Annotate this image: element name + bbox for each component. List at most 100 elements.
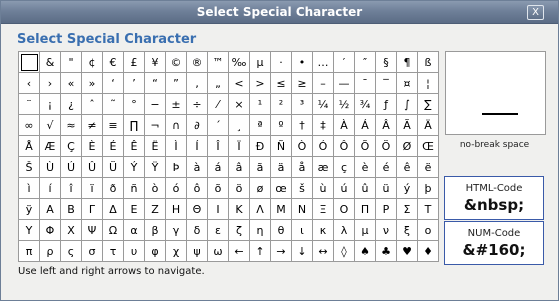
character-cell[interactable]: Β	[60, 198, 82, 220]
character-cell[interactable]: è	[354, 156, 376, 178]
character-cell[interactable]: ù	[312, 177, 334, 199]
character-cell[interactable]: ¦	[417, 72, 439, 94]
character-cell[interactable]: Í	[186, 135, 208, 157]
character-cell[interactable]: ↓	[291, 240, 313, 262]
character-cell[interactable]: γ	[165, 219, 187, 241]
character-cell[interactable]: √	[39, 114, 61, 136]
character-cell[interactable]: “	[144, 72, 166, 94]
character-cell[interactable]: ≥	[291, 72, 313, 94]
character-cell[interactable]: ç	[333, 156, 355, 178]
character-cell[interactable]: Â	[375, 114, 397, 136]
character-cell[interactable]: £	[123, 51, 145, 73]
character-cell[interactable]	[18, 51, 40, 73]
character-cell[interactable]: ⁄	[207, 93, 229, 115]
character-cell[interactable]: ü	[375, 177, 397, 199]
character-cell[interactable]: ß	[417, 51, 439, 73]
character-cell[interactable]: ρ	[39, 240, 61, 262]
character-cell[interactable]: Œ	[417, 135, 439, 157]
character-cell[interactable]: Γ	[81, 198, 103, 220]
character-cell[interactable]: ©	[165, 51, 187, 73]
character-cell[interactable]: ∏	[123, 114, 145, 136]
character-cell[interactable]: »	[81, 72, 103, 94]
character-cell[interactable]: Μ	[270, 198, 292, 220]
character-cell[interactable]: ×	[228, 93, 250, 115]
character-cell[interactable]: â	[228, 156, 250, 178]
character-cell[interactable]: ½	[333, 93, 355, 115]
character-cell[interactable]: Û	[81, 156, 103, 178]
character-cell[interactable]: κ	[312, 219, 334, 241]
character-cell[interactable]: Ο	[333, 198, 355, 220]
character-cell[interactable]: Ï	[228, 135, 250, 157]
character-cell[interactable]: ÷	[186, 93, 208, 115]
character-cell[interactable]: ◊	[333, 240, 355, 262]
character-cell[interactable]: Κ	[228, 198, 250, 220]
character-cell[interactable]: Ð	[249, 135, 271, 157]
character-cell[interactable]: υ	[123, 240, 145, 262]
character-cell[interactable]: µ	[249, 51, 271, 73]
character-cell[interactable]: ↑	[249, 240, 271, 262]
character-cell[interactable]: €	[102, 51, 124, 73]
character-cell[interactable]: é	[375, 156, 397, 178]
character-cell[interactable]: Υ	[18, 219, 40, 241]
character-cell[interactable]: ∑	[417, 93, 439, 115]
character-cell[interactable]: ↔	[312, 240, 334, 262]
character-cell[interactable]: ô	[186, 177, 208, 199]
character-cell[interactable]: ¡	[39, 93, 61, 115]
character-cell[interactable]: ‾	[375, 72, 397, 94]
character-cell[interactable]: χ	[165, 240, 187, 262]
character-cell[interactable]: ª	[249, 114, 271, 136]
character-cell[interactable]: ·	[270, 51, 292, 73]
character-cell[interactable]: &	[39, 51, 61, 73]
character-cell[interactable]: ò	[144, 177, 166, 199]
character-cell[interactable]: ó	[165, 177, 187, 199]
character-cell[interactable]: ≤	[270, 72, 292, 94]
character-cell[interactable]: ¬	[144, 114, 166, 136]
character-cell[interactable]: ♦	[417, 240, 439, 262]
character-cell[interactable]: È	[81, 135, 103, 157]
character-cell[interactable]: ø	[249, 177, 271, 199]
character-cell[interactable]: Ê	[123, 135, 145, 157]
character-cell[interactable]: ´	[207, 114, 229, 136]
character-cell[interactable]: ’	[123, 72, 145, 94]
character-cell[interactable]: ι	[291, 219, 313, 241]
character-cell[interactable]: Þ	[165, 156, 187, 178]
character-cell[interactable]: š	[291, 177, 313, 199]
character-cell[interactable]: ξ	[396, 219, 418, 241]
character-cell[interactable]: τ	[102, 240, 124, 262]
character-cell[interactable]: η	[249, 219, 271, 241]
character-cell[interactable]: ν	[375, 219, 397, 241]
character-cell[interactable]: Î	[207, 135, 229, 157]
character-cell[interactable]: Α	[39, 198, 61, 220]
character-cell[interactable]: θ	[270, 219, 292, 241]
character-cell[interactable]: À	[333, 114, 355, 136]
character-cell[interactable]: Á	[354, 114, 376, 136]
title-bar[interactable]: Select Special Character X	[1, 1, 558, 24]
character-cell[interactable]: œ	[270, 177, 292, 199]
character-cell[interactable]: Ë	[144, 135, 166, 157]
character-cell[interactable]: ”	[165, 72, 187, 94]
close-button[interactable]: X	[527, 5, 544, 20]
character-cell[interactable]: õ	[207, 177, 229, 199]
character-cell[interactable]: ã	[249, 156, 271, 178]
character-cell[interactable]: §	[375, 51, 397, 73]
character-cell[interactable]: ö	[228, 177, 250, 199]
character-cell[interactable]: î	[60, 177, 82, 199]
character-cell[interactable]: ο	[417, 219, 439, 241]
character-cell[interactable]: α	[123, 219, 145, 241]
character-cell[interactable]: Ü	[102, 156, 124, 178]
character-cell[interactable]: Ù	[39, 156, 61, 178]
character-cell[interactable]: —	[333, 72, 355, 94]
character-cell[interactable]: Æ	[39, 135, 61, 157]
character-cell[interactable]: ð	[102, 177, 124, 199]
character-cell[interactable]: ñ	[123, 177, 145, 199]
character-cell[interactable]: ™	[207, 51, 229, 73]
character-cell[interactable]: ω	[207, 240, 229, 262]
character-cell[interactable]: Ε	[123, 198, 145, 220]
character-cell[interactable]: ♠	[354, 240, 376, 262]
character-cell[interactable]: Ζ	[144, 198, 166, 220]
character-cell[interactable]: –	[312, 72, 334, 94]
character-cell[interactable]: ƒ	[375, 93, 397, 115]
character-cell[interactable]: †	[291, 114, 313, 136]
character-cell[interactable]: ì	[18, 177, 40, 199]
character-cell[interactable]: ≡	[102, 114, 124, 136]
